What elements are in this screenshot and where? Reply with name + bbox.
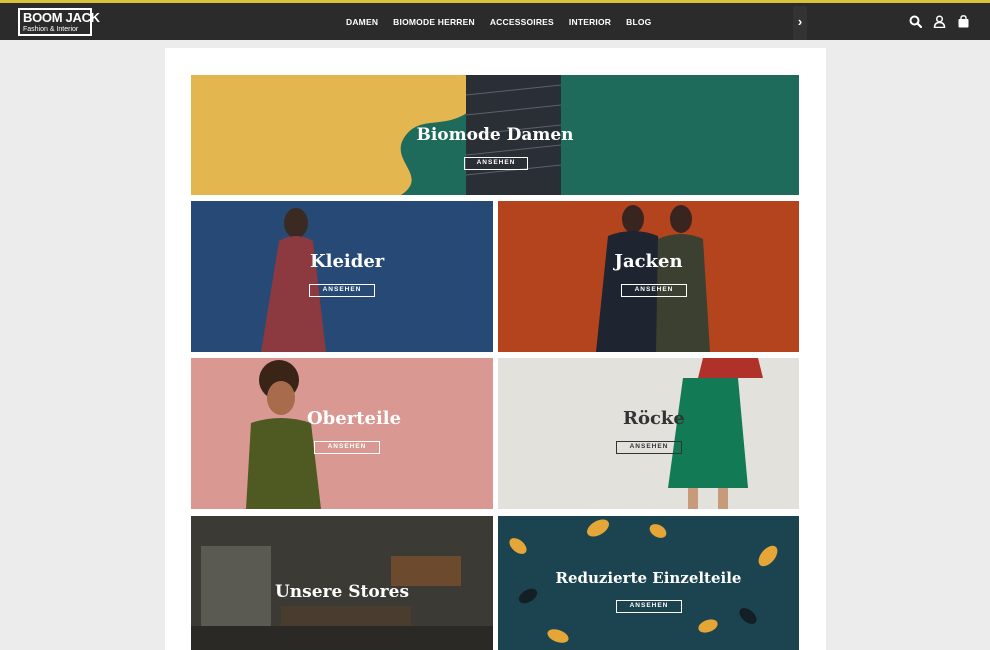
chevron-right-icon: › [797,14,803,29]
nav-scroll-next-button[interactable]: › [793,6,807,40]
tile-oberteile[interactable]: Oberteile ANSEHEN [191,358,493,509]
tile-title: Biomode Damen [416,125,574,145]
roecke-background [668,358,763,509]
tile-title: Unsere Stores [274,582,410,602]
ansehen-button[interactable]: ANSEHEN [309,284,375,297]
ansehen-button[interactable]: ANSEHEN [314,441,380,454]
tile-biomode-damen[interactable]: Biomode Damen ANSEHEN [191,75,799,195]
top-navigation-bar: BOOM JACK Fashion & Interior DAMEN BIOMO… [0,0,990,40]
tile-unsere-stores[interactable]: Unsere Stores [191,516,493,650]
tile-reduzierte-einzelteile[interactable]: Reduzierte Einzelteile ANSEHEN [498,516,799,650]
oberteile-background [246,360,321,509]
boomjack-logo[interactable]: BOOM JACK Fashion & Interior [18,8,100,36]
tile-title: Reduzierte Einzelteile [555,569,742,587]
nav-item-accessoires[interactable]: ACCESSOIRES [490,17,554,27]
tile-title: Kleider [310,251,385,272]
tile-kleider[interactable]: Kleider ANSEHEN [191,201,493,352]
ansehen-button[interactable]: ANSEHEN [621,284,687,297]
logo-tagline: Fashion & Interior [23,26,79,33]
account-icon[interactable] [933,15,946,29]
header-icons [909,15,970,29]
ansehen-button[interactable]: ANSEHEN [616,441,682,454]
kleider-background [261,208,326,352]
ansehen-button[interactable]: ANSEHEN [616,600,682,613]
jacken-background [596,205,710,352]
nav-item-interior[interactable]: INTERIOR [569,17,611,27]
tile-title: Oberteile [307,408,402,429]
cart-icon[interactable] [957,15,970,28]
ansehen-button[interactable]: ANSEHEN [464,157,528,170]
logo-wordmark: BOOM JACK [23,10,100,25]
tile-jacken[interactable]: Jacken ANSEHEN [498,201,799,352]
tile-title: Röcke [623,408,685,429]
tile-title: Jacken [614,251,683,272]
search-icon[interactable] [909,15,923,29]
nav-item-damen[interactable]: DAMEN [346,17,378,27]
tile-roecke[interactable]: Röcke ANSEHEN [498,358,799,509]
nav-item-biomode-herren[interactable]: BIOMODE HERREN [393,17,475,27]
nav-item-blog[interactable]: BLOG [626,17,651,27]
main-nav: DAMEN BIOMODE HERREN ACCESSOIRES INTERIO… [346,17,652,27]
